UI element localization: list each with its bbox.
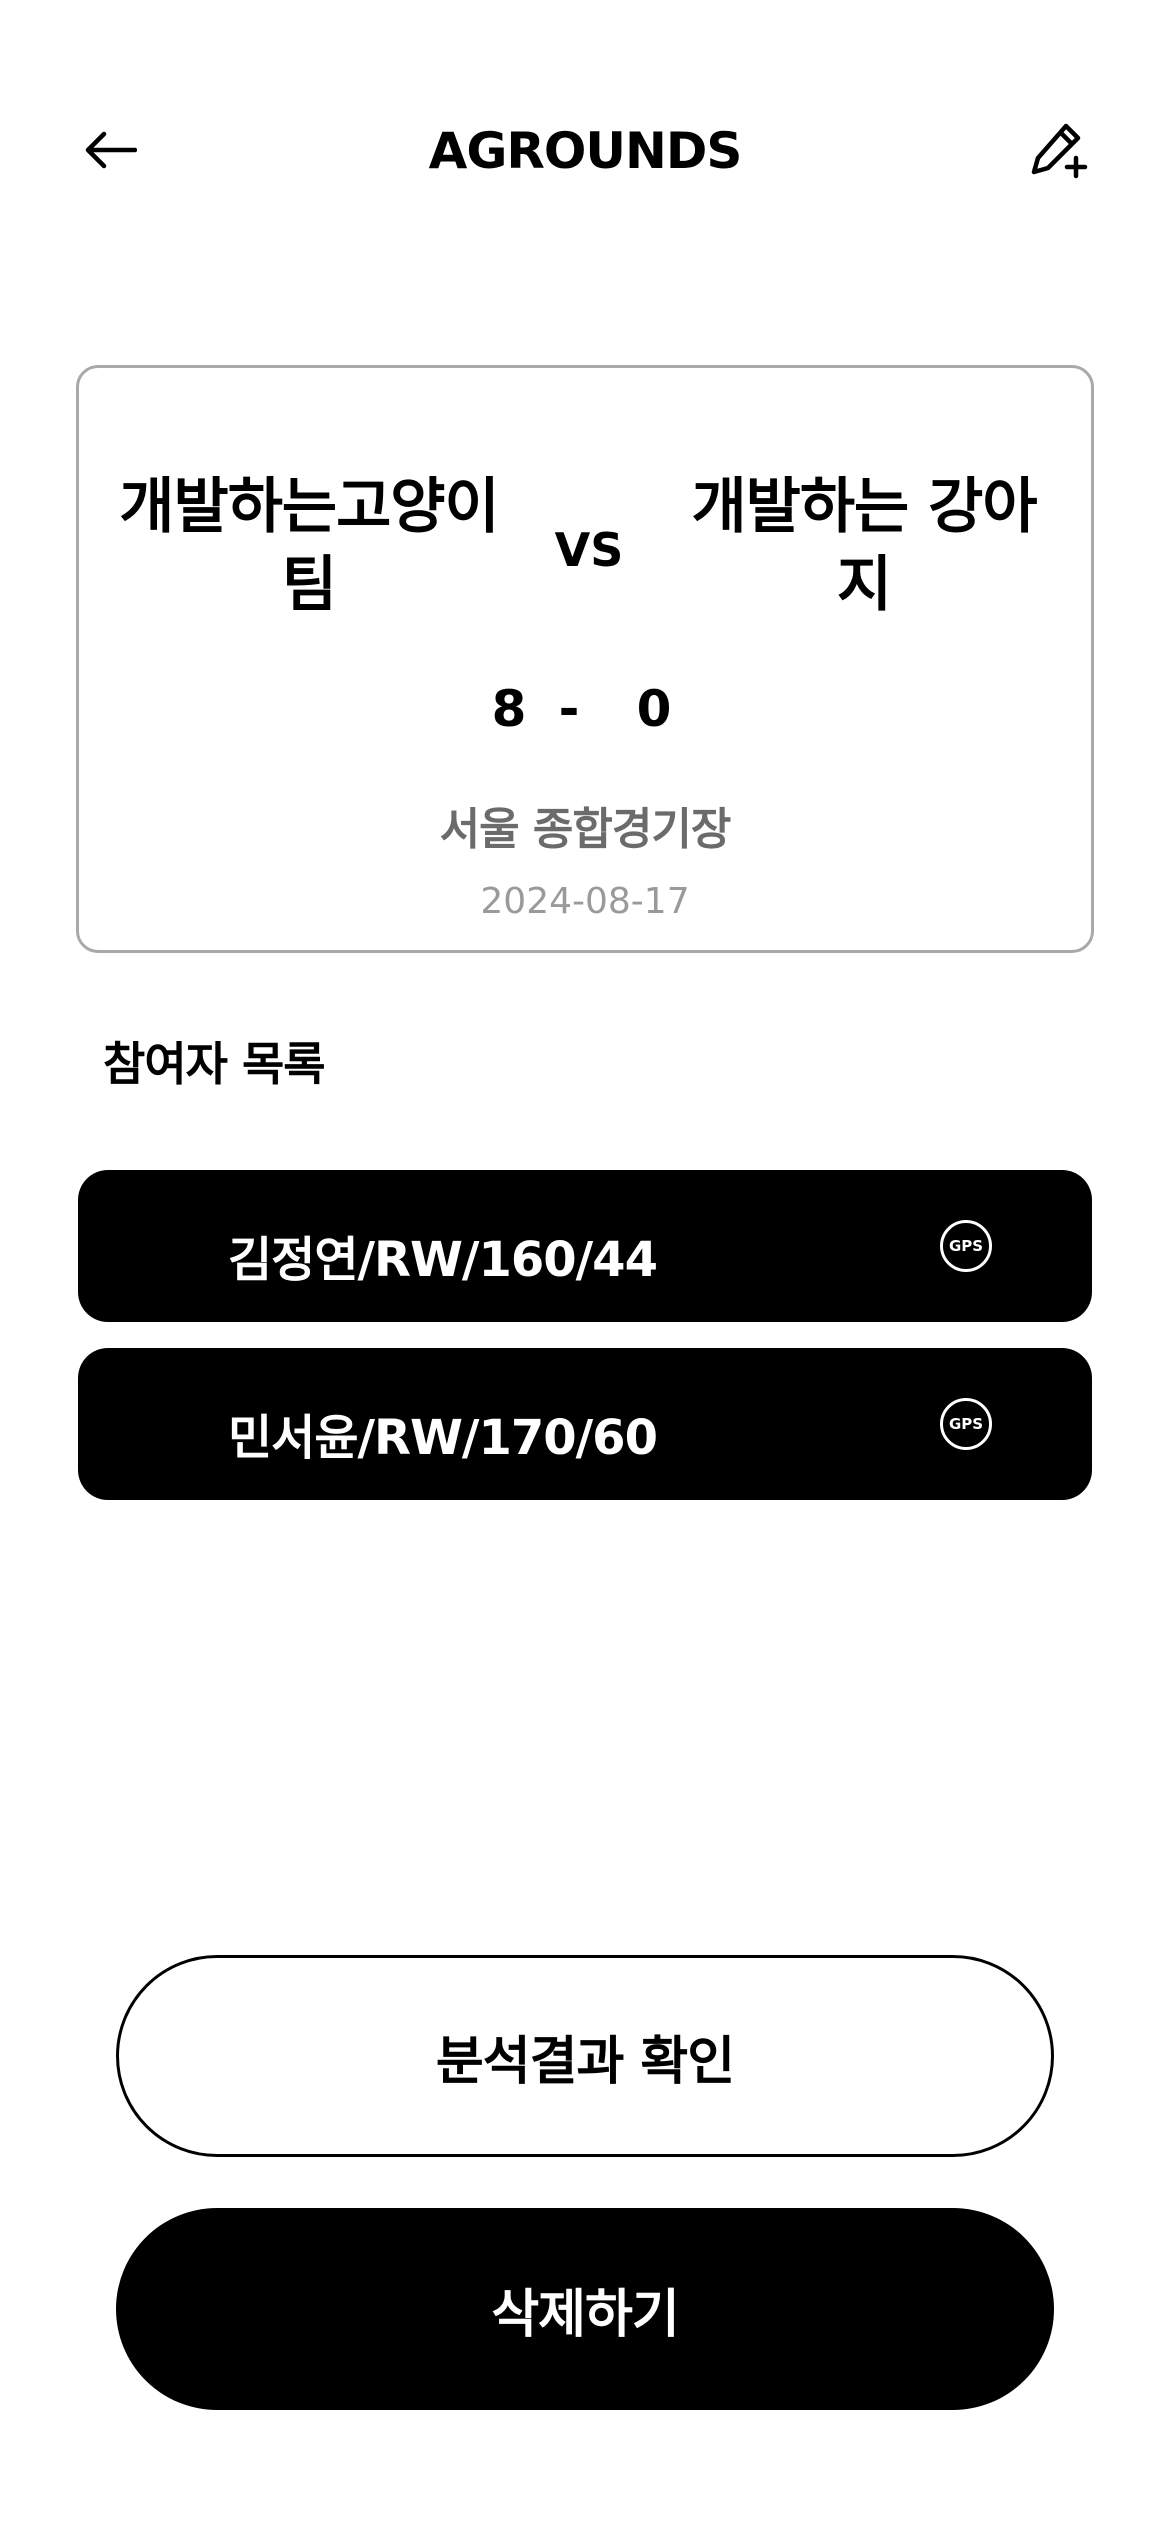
edit-button[interactable] bbox=[1022, 114, 1094, 186]
participant-item[interactable]: 민서윤/RW/170/60 GPS bbox=[78, 1348, 1092, 1500]
participant-list: 김정연/RW/160/44 GPS 민서윤/RW/170/60 GPS bbox=[78, 1170, 1092, 1526]
participant-label: 민서윤/RW/170/60 bbox=[228, 1410, 658, 1466]
gps-icon[interactable]: GPS bbox=[940, 1220, 992, 1272]
delete-button[interactable]: 삭제하기 bbox=[116, 2208, 1054, 2410]
participant-item[interactable]: 김정연/RW/160/44 GPS bbox=[78, 1170, 1092, 1322]
score-separator: - bbox=[558, 680, 580, 738]
participants-title: 참여자 목록 bbox=[103, 1037, 326, 1091]
away-team-name: 개발하는 강아지 bbox=[691, 472, 1037, 620]
venue-label: 서울 종합경기장 bbox=[439, 804, 732, 855]
away-score: 0 bbox=[636, 680, 672, 738]
gps-icon[interactable]: GPS bbox=[940, 1398, 992, 1450]
match-summary-card: 개발하는고양이팀 VS 개발하는 강아지 8 - 0 서울 종합경기장 2024… bbox=[76, 365, 1094, 953]
pencil-plus-icon bbox=[1031, 123, 1088, 179]
app-header: AGROUNDS bbox=[0, 100, 1170, 200]
participant-label: 김정연/RW/160/44 bbox=[228, 1232, 658, 1288]
home-score: 8 bbox=[491, 680, 527, 738]
match-detail-screen: AGROUNDS 개발하는고양이팀 VS 개발하는 강아지 8 - 0 서울 종… bbox=[0, 0, 1170, 2532]
match-date: 2024-08-17 bbox=[480, 881, 690, 922]
vs-label: VS bbox=[554, 523, 624, 577]
home-team-name: 개발하는고양이팀 bbox=[119, 472, 499, 620]
app-title: AGROUNDS bbox=[428, 122, 743, 180]
view-analysis-button[interactable]: 분석결과 확인 bbox=[116, 1955, 1054, 2157]
